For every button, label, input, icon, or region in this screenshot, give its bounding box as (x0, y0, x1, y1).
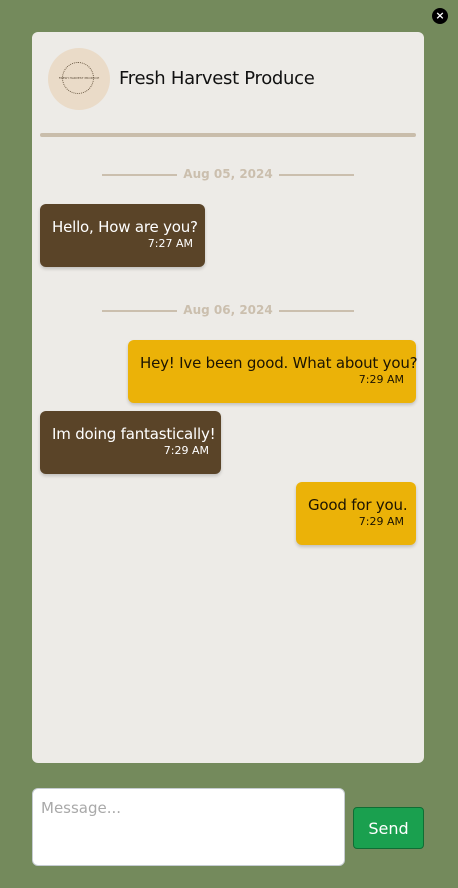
message-time: 7:29 AM (358, 515, 404, 528)
message-text: Good for you. (308, 496, 408, 514)
shop-name: Fresh Harvest Produce (119, 68, 315, 89)
avatar-logo-text: FRESH HARVEST PRODUCE (58, 76, 100, 80)
message-text: Hey! Ive been good. What about you? (140, 354, 418, 372)
message-bubble-incoming[interactable]: Hello, How are you? 7:27 AM (40, 204, 205, 267)
date-line-right (279, 310, 354, 312)
date-label: Aug 05, 2024 (183, 167, 273, 181)
message-input[interactable] (32, 788, 345, 866)
chat-header: FRESH HARVEST PRODUCE Fresh Harvest Prod… (32, 32, 424, 136)
message-time: 7:29 AM (163, 444, 209, 457)
date-label: Aug 06, 2024 (183, 303, 273, 317)
send-button[interactable]: Send (353, 807, 424, 849)
close-icon[interactable]: × (432, 8, 448, 24)
message-bubble-incoming[interactable]: Im doing fantastically! 7:29 AM (40, 411, 221, 474)
message-time: 7:29 AM (358, 373, 404, 386)
date-line-right (279, 174, 354, 176)
message-time: 7:27 AM (147, 237, 193, 250)
message-bubble-outgoing[interactable]: Hey! Ive been good. What about you? 7:29… (128, 340, 418, 403)
avatar: FRESH HARVEST PRODUCE (48, 48, 110, 110)
date-line-left (102, 174, 177, 176)
message-text: Hello, How are you? (52, 218, 198, 236)
date-separator: Aug 05, 2024 (102, 167, 354, 183)
header-divider (40, 133, 416, 137)
chat-panel: FRESH HARVEST PRODUCE Fresh Harvest Prod… (32, 32, 424, 763)
message-text: Im doing fantastically! (52, 425, 216, 443)
date-line-left (102, 310, 177, 312)
message-bubble-outgoing[interactable]: Good for you. 7:29 AM (296, 482, 416, 545)
date-separator: Aug 06, 2024 (102, 303, 354, 319)
